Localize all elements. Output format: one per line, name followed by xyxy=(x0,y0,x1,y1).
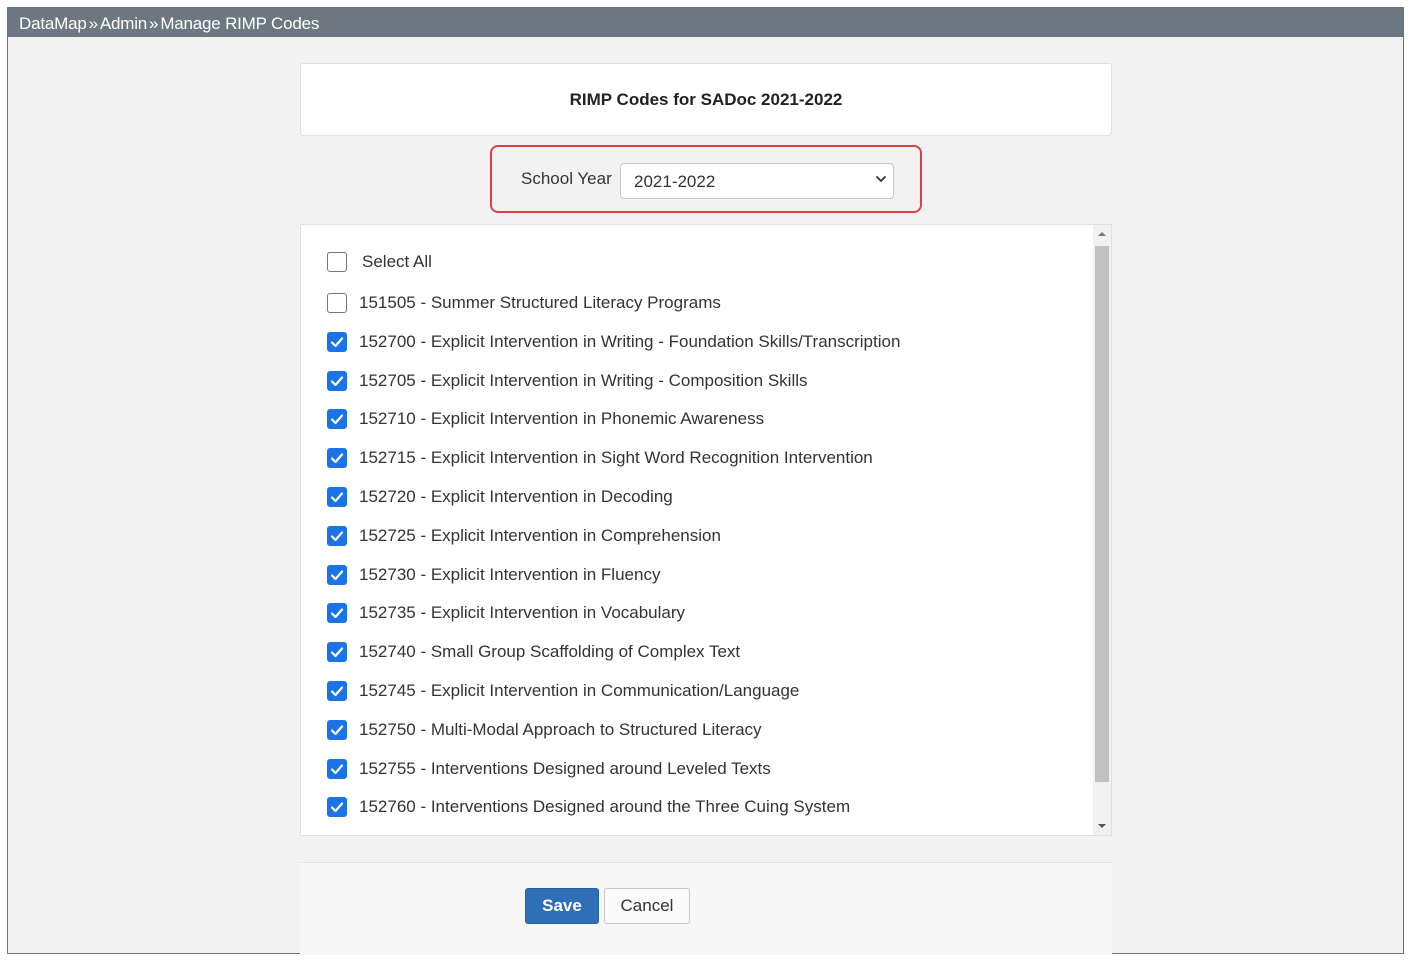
code-list-item[interactable]: 152745 - Explicit Intervention in Commun… xyxy=(327,679,799,703)
checkbox[interactable] xyxy=(327,293,347,313)
app-frame: DataMap» Admin» Manage RIMP Codes RIMP Cod… xyxy=(7,7,1404,955)
code-list-item[interactable]: 152720 - Explicit Intervention in Decodi… xyxy=(327,485,673,509)
code-list-item-label: 152710 - Explicit Intervention in Phonem… xyxy=(359,409,765,428)
title-card: RIMP Codes for SADoc 2021-2022 xyxy=(300,63,1112,136)
save-button[interactable]: Save xyxy=(525,888,599,924)
select-all-checkbox-row-label: Select All xyxy=(362,252,432,271)
school-year-label: School Year xyxy=(521,169,612,188)
code-list-item-label: 152705 - Explicit Intervention in Writin… xyxy=(359,371,808,390)
code-list-item-label: 152740 - Small Group Scaffolding of Comp… xyxy=(359,642,741,661)
code-list-item[interactable]: 151505 - Summer Structured Literacy Prog… xyxy=(327,291,721,315)
checkmark-icon xyxy=(330,337,344,348)
code-list-item-label: 152700 - Explicit Intervention in Writin… xyxy=(359,332,901,351)
checkmark-icon xyxy=(330,764,344,775)
checkmark-icon xyxy=(330,608,344,619)
checkbox[interactable] xyxy=(327,252,347,272)
code-list-item-label: 152745 - Explicit Intervention in Commun… xyxy=(359,681,800,700)
code-list-panel: Select All 151505 - Summer Structured Lit… xyxy=(300,224,1112,836)
code-list-item[interactable]: 152700 - Explicit Intervention in Writin… xyxy=(327,330,900,354)
code-list-item-label: 152720 - Explicit Intervention in Decodi… xyxy=(359,487,673,506)
checkbox[interactable] xyxy=(327,332,347,352)
cancel-button[interactable]: Cancel xyxy=(604,888,690,924)
checkmark-icon xyxy=(330,686,344,697)
code-list-item-label: 152730 - Explicit Intervention in Fluenc… xyxy=(359,565,661,584)
chevron-down-icon xyxy=(876,176,886,182)
checkbox[interactable] xyxy=(327,797,347,817)
code-list-item-label: 152750 - Multi-Modal Approach to Structu… xyxy=(359,720,762,739)
school-year-value: 2021-2022 xyxy=(634,172,716,191)
checkbox[interactable] xyxy=(327,642,347,662)
code-list-item-label: 152725 - Explicit Intervention in Compre… xyxy=(359,526,721,545)
school-year-highlight: School Year 2021-2022 xyxy=(490,145,922,213)
code-list-item-label: 152755 - Interventions Designed around L… xyxy=(359,759,771,778)
checkmark-icon xyxy=(330,492,344,503)
checkmark-icon xyxy=(330,414,344,425)
code-list-item[interactable]: 152715 - Explicit Intervention in Sight … xyxy=(327,446,873,470)
code-list-item[interactable]: 152735 - Explicit Intervention in Vocabu… xyxy=(327,601,685,625)
breadcrumb-current: Manage RIMP Codes xyxy=(160,14,320,33)
checkbox[interactable] xyxy=(327,720,347,740)
page-title: RIMP Codes for SADoc 2021-2022 xyxy=(569,89,843,109)
form-footer: Save Cancel xyxy=(300,862,1112,955)
breadcrumb-separator: » xyxy=(88,14,98,33)
scroll-down-arrow-icon[interactable] xyxy=(1093,817,1111,835)
breadcrumb: DataMap» Admin» Manage RIMP Codes xyxy=(8,8,1403,37)
checkmark-icon xyxy=(330,647,344,658)
checkbox[interactable] xyxy=(327,681,347,701)
checkmark-icon xyxy=(330,802,344,813)
breadcrumb-datamap[interactable]: DataMap xyxy=(19,14,87,33)
scroll-up-arrow-icon[interactable] xyxy=(1093,225,1111,243)
code-list-item[interactable]: 152750 - Multi-Modal Approach to Structu… xyxy=(327,718,762,742)
code-list-item-label: 151505 - Summer Structured Literacy Prog… xyxy=(359,293,721,312)
code-list-item[interactable]: 152760 - Interventions Designed around t… xyxy=(327,795,850,819)
code-list-item[interactable]: 152755 - Interventions Designed around L… xyxy=(327,757,771,781)
checkmark-icon xyxy=(330,531,344,542)
code-list-item[interactable]: 152740 - Small Group Scaffolding of Comp… xyxy=(327,640,740,664)
checkmark-icon xyxy=(330,453,344,464)
breadcrumb-separator: » xyxy=(149,14,159,33)
scrollbar[interactable] xyxy=(1093,225,1111,835)
checkbox[interactable] xyxy=(327,526,347,546)
checkbox[interactable] xyxy=(327,603,347,623)
code-list-item[interactable]: 152710 - Explicit Intervention in Phonem… xyxy=(327,407,764,431)
code-list-item-label: 152735 - Explicit Intervention in Vocabu… xyxy=(359,603,686,622)
checkmark-icon xyxy=(330,376,344,387)
code-list-item-label: 152715 - Explicit Intervention in Sight … xyxy=(359,448,873,467)
checkbox[interactable] xyxy=(327,759,347,779)
checkbox[interactable] xyxy=(327,448,347,468)
checkbox[interactable] xyxy=(327,565,347,585)
checkmark-icon xyxy=(330,570,344,581)
breadcrumb-admin[interactable]: Admin xyxy=(100,14,147,33)
select-all-checkbox-row[interactable]: Select All xyxy=(327,250,432,274)
checkbox[interactable] xyxy=(327,371,347,391)
checkmark-icon xyxy=(330,725,344,736)
code-list-item[interactable]: 152705 - Explicit Intervention in Writin… xyxy=(327,369,808,393)
school-year-select[interactable]: 2021-2022 xyxy=(620,163,894,199)
code-list-item-label: 152760 - Interventions Designed around t… xyxy=(359,797,851,816)
code-list-item[interactable]: 152725 - Explicit Intervention in Compre… xyxy=(327,524,721,548)
scrollbar-thumb[interactable] xyxy=(1095,246,1109,782)
checkbox[interactable] xyxy=(327,487,347,507)
code-list-item[interactable]: 152730 - Explicit Intervention in Fluenc… xyxy=(327,563,660,587)
checkbox[interactable] xyxy=(327,409,347,429)
